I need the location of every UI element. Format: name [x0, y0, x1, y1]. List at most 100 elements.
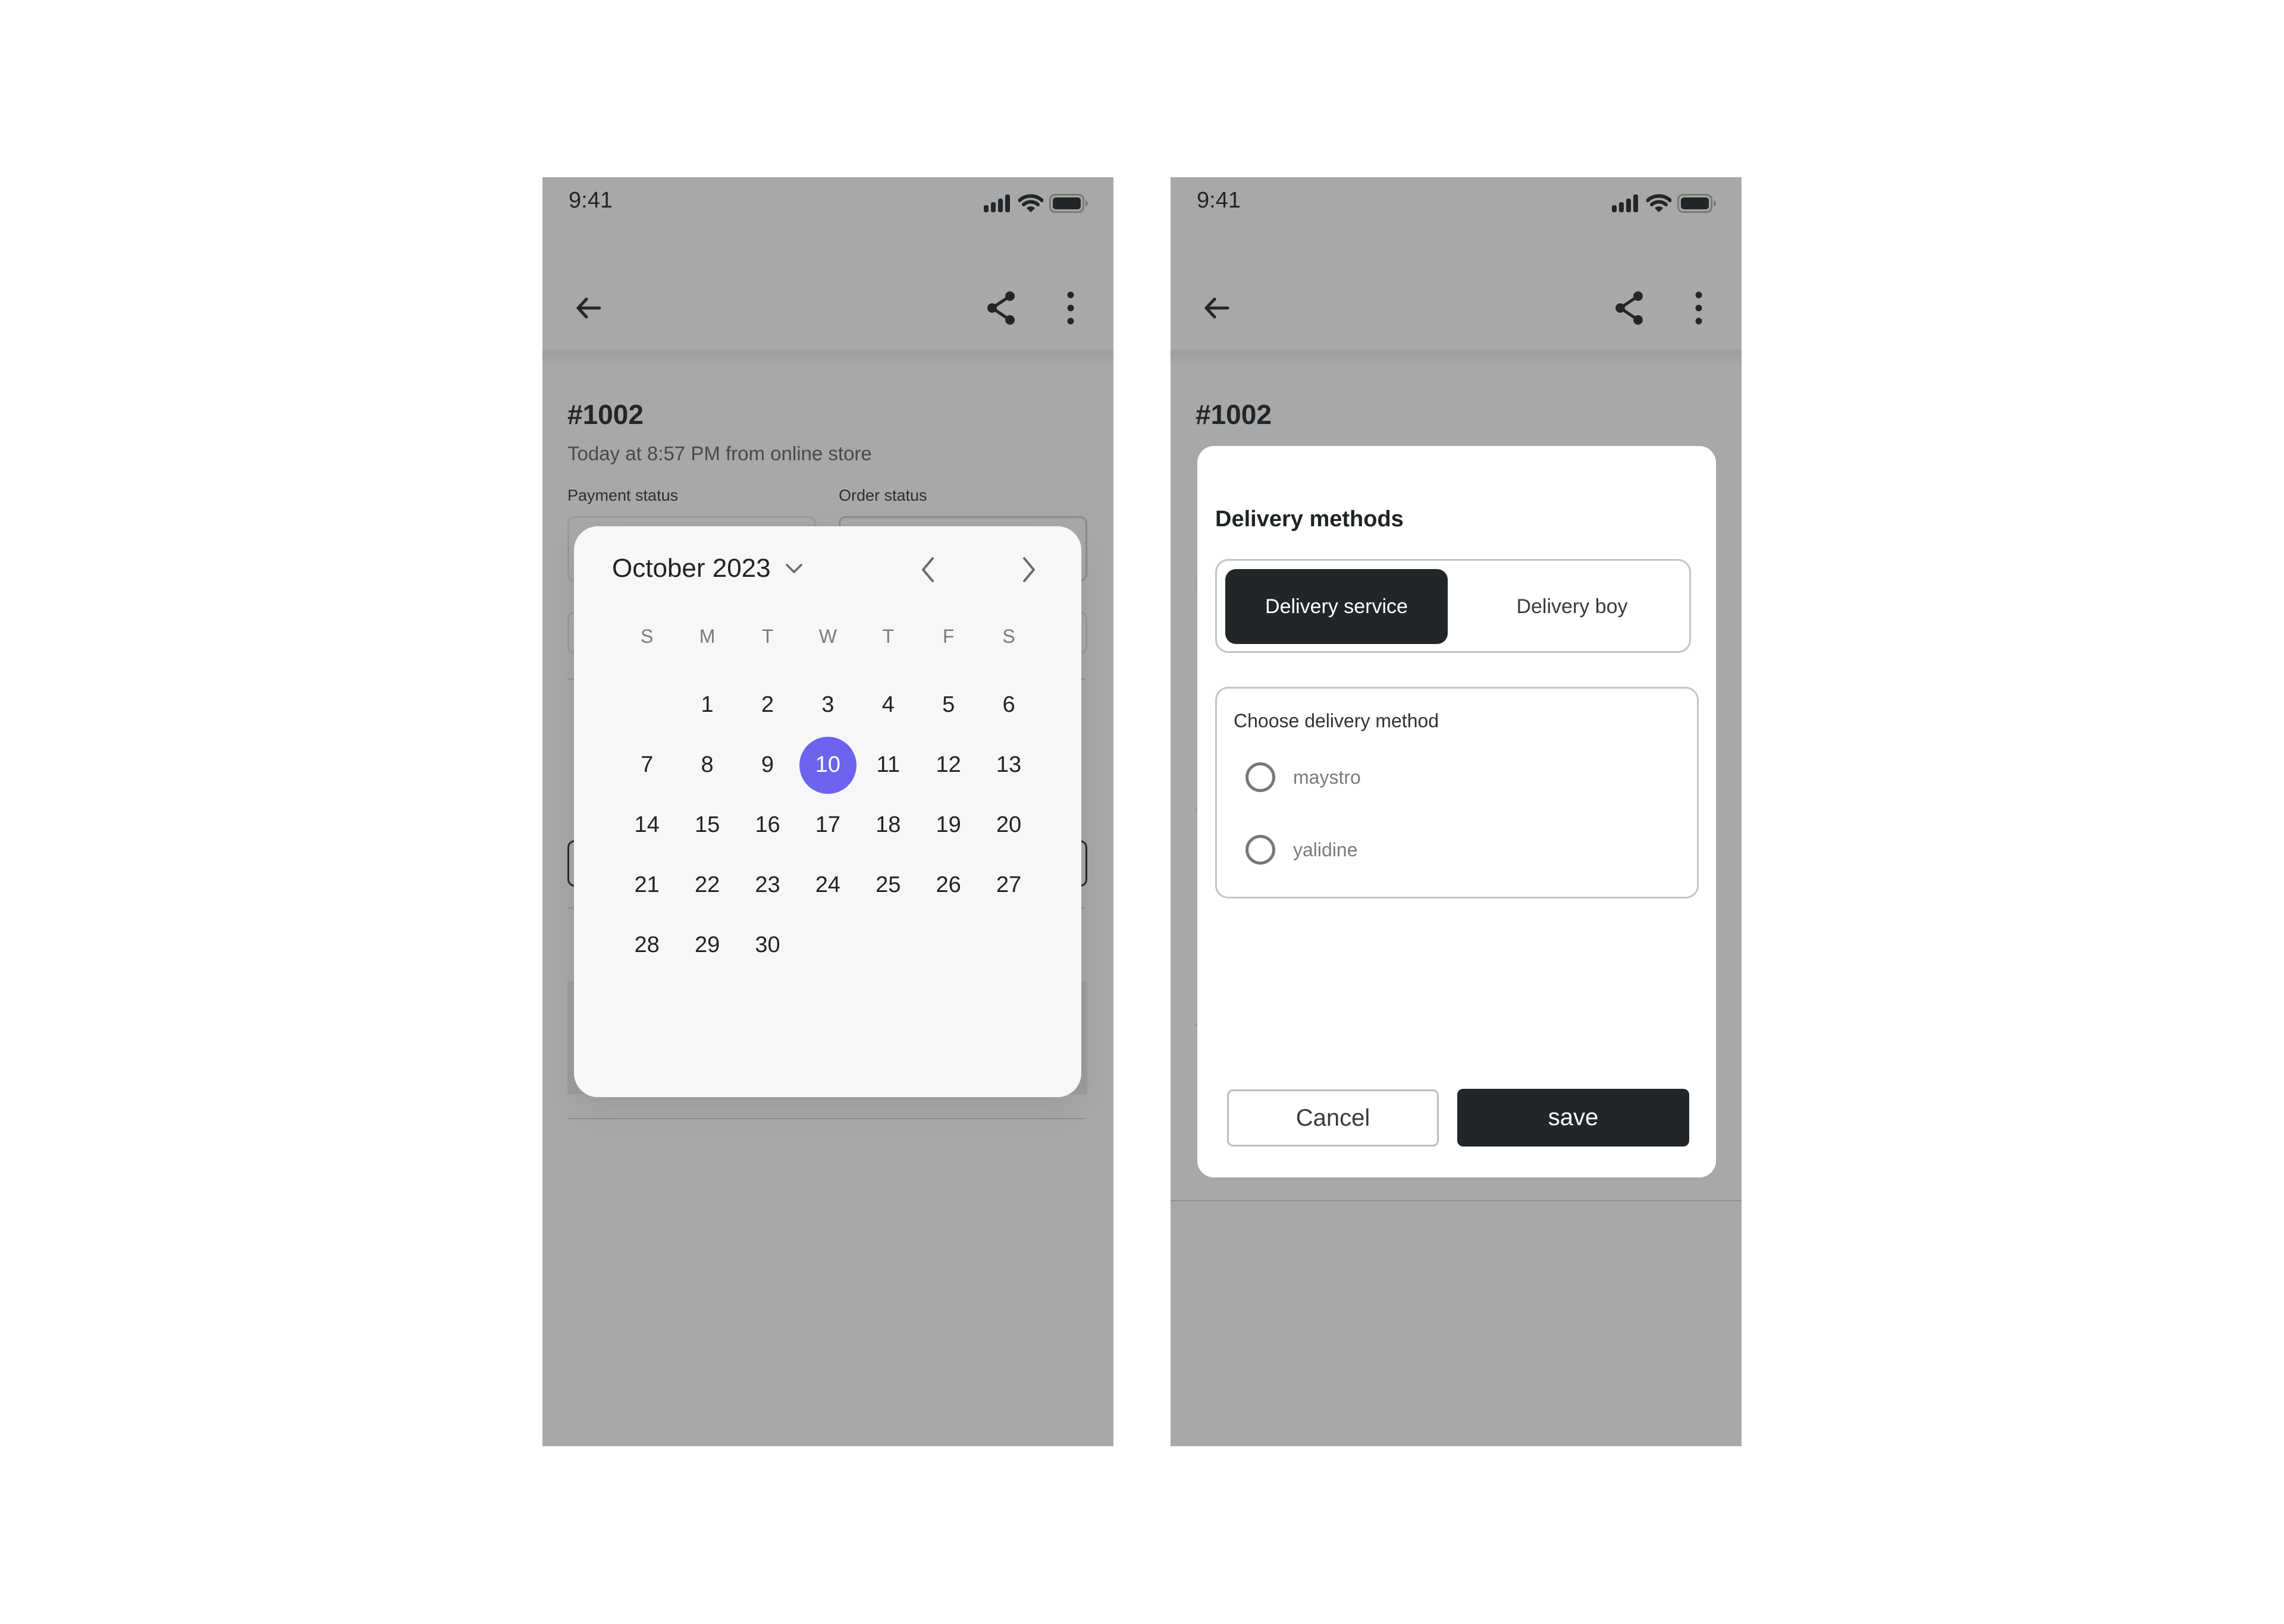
day-number: 16 [755, 812, 780, 837]
share-icon[interactable] [985, 290, 1018, 326]
weekday-header: S [641, 626, 654, 647]
day-cell[interactable]: 11 [858, 735, 918, 795]
day-number: 27 [996, 872, 1022, 897]
day-cell[interactable]: 28 [617, 915, 677, 975]
divider [1171, 1200, 1742, 1201]
choose-method-label: Choose delivery method [1234, 710, 1439, 731]
day-number: 2 [761, 692, 774, 717]
day-number: 6 [1002, 692, 1015, 717]
save-button[interactable]: save [1457, 1089, 1689, 1146]
modal-title: Delivery methods [1215, 507, 1404, 532]
status-icons [984, 194, 1088, 213]
share-icon[interactable] [1613, 290, 1646, 326]
order-number: #1002 [567, 399, 644, 430]
chevron-left-icon[interactable] [916, 555, 940, 585]
day-cell[interactable]: 21 [617, 855, 677, 915]
signal-icon [984, 194, 1010, 212]
day-number: 11 [876, 752, 900, 777]
day-cell[interactable]: 22 [677, 855, 737, 915]
day-cell[interactable]: 15 [677, 795, 737, 855]
day-cell[interactable]: 25 [858, 855, 918, 915]
segment-delivery-boy[interactable]: Delivery boy [1461, 569, 1683, 644]
order-number: #1002 [1196, 399, 1272, 430]
arrow-left-icon[interactable] [1200, 291, 1234, 325]
day-cell[interactable]: 29 [677, 915, 737, 975]
day-number: 21 [634, 872, 660, 897]
day-cell[interactable]: 26 [918, 855, 978, 915]
day-number: 10 [799, 736, 857, 794]
day-cell[interactable]: 4 [858, 675, 918, 735]
weekday-header: F [942, 626, 955, 647]
option-label: yalidine [1293, 838, 1358, 860]
day-cell[interactable]: 23 [738, 855, 798, 915]
option-yalidine[interactable]: yalidine [1245, 835, 1358, 865]
calendar-grid: S M T W T F S 1 2 3 4 5 6 7 8 9 10 11 12 13 14 15 16 17 18 19 20 21… [617, 621, 1039, 975]
option-label: maystro [1293, 766, 1361, 788]
day-cell[interactable]: 18 [858, 795, 918, 855]
wifi-icon [1646, 194, 1671, 212]
top-nav-bar [542, 266, 1113, 350]
day-number: 15 [694, 812, 720, 837]
day-cell[interactable]: 2 [738, 675, 798, 735]
delivery-method-group: Choose delivery method maystro yalidine [1215, 687, 1699, 899]
order-subtitle: Today at 8:57 PM from online store [567, 442, 872, 464]
day-cell[interactable]: 17 [798, 795, 858, 855]
day-number: 22 [694, 872, 720, 897]
day-cell[interactable]: 3 [798, 675, 858, 735]
day-number: 17 [815, 812, 840, 837]
day-cell[interactable]: 6 [978, 675, 1039, 735]
chevron-right-icon[interactable] [1017, 555, 1041, 585]
day-cell-selected[interactable]: 10 [798, 735, 858, 795]
weekday-header: M [699, 626, 716, 647]
day-cell[interactable]: 30 [738, 915, 798, 975]
payment-status-label: Payment status [567, 486, 679, 504]
nav-shadow [542, 350, 1113, 367]
radio-button[interactable] [1245, 762, 1275, 792]
more-vertical-icon[interactable] [1063, 290, 1078, 326]
weekday-header: T [761, 626, 774, 647]
day-cell[interactable]: 12 [918, 735, 978, 795]
option-maystro[interactable]: maystro [1245, 762, 1361, 792]
day-number: 7 [641, 752, 654, 777]
day-number: 12 [936, 752, 961, 777]
day-number: 9 [761, 752, 774, 777]
day-cell[interactable]: 9 [738, 735, 798, 795]
chevron-down-icon [785, 564, 802, 573]
day-number: 23 [755, 872, 780, 897]
radio-button[interactable] [1245, 835, 1275, 865]
status-icons [1612, 194, 1717, 213]
order-status-label: Order status [839, 486, 927, 504]
weekday-header: S [1002, 626, 1015, 647]
status-time: 9:41 [1197, 188, 1241, 213]
battery-icon [1677, 194, 1716, 213]
day-cell[interactable]: 1 [677, 675, 737, 735]
day-cell[interactable]: 20 [978, 795, 1039, 855]
empty-day-cell [617, 675, 677, 735]
day-number: 26 [936, 872, 961, 897]
day-cell[interactable]: 19 [918, 795, 978, 855]
day-number: 4 [881, 692, 895, 717]
month-selector[interactable]: October 2023 [612, 554, 803, 583]
day-cell[interactable]: 13 [978, 735, 1039, 795]
day-number: 1 [701, 692, 714, 717]
more-vertical-icon[interactable] [1692, 290, 1706, 326]
cancel-button[interactable]: Cancel [1227, 1089, 1439, 1146]
day-number: 24 [815, 872, 840, 897]
day-number: 3 [821, 692, 834, 717]
day-cell[interactable]: 14 [617, 795, 677, 855]
arrow-left-icon[interactable] [572, 291, 605, 325]
delivery-methods-modal: Delivery methods Delivery service Delive… [1197, 446, 1716, 1177]
divider [567, 1118, 1085, 1119]
day-cell[interactable]: 7 [617, 735, 677, 795]
day-number: 8 [701, 752, 714, 777]
day-cell[interactable]: 5 [918, 675, 978, 735]
day-cell[interactable]: 8 [677, 735, 737, 795]
day-cell[interactable]: 16 [738, 795, 798, 855]
day-number: 19 [936, 812, 961, 837]
segment-delivery-service[interactable]: Delivery service [1225, 569, 1448, 644]
battery-icon [1049, 194, 1088, 213]
day-cell[interactable]: 27 [978, 855, 1039, 915]
signal-icon [1612, 194, 1638, 212]
day-cell[interactable]: 24 [798, 855, 858, 915]
